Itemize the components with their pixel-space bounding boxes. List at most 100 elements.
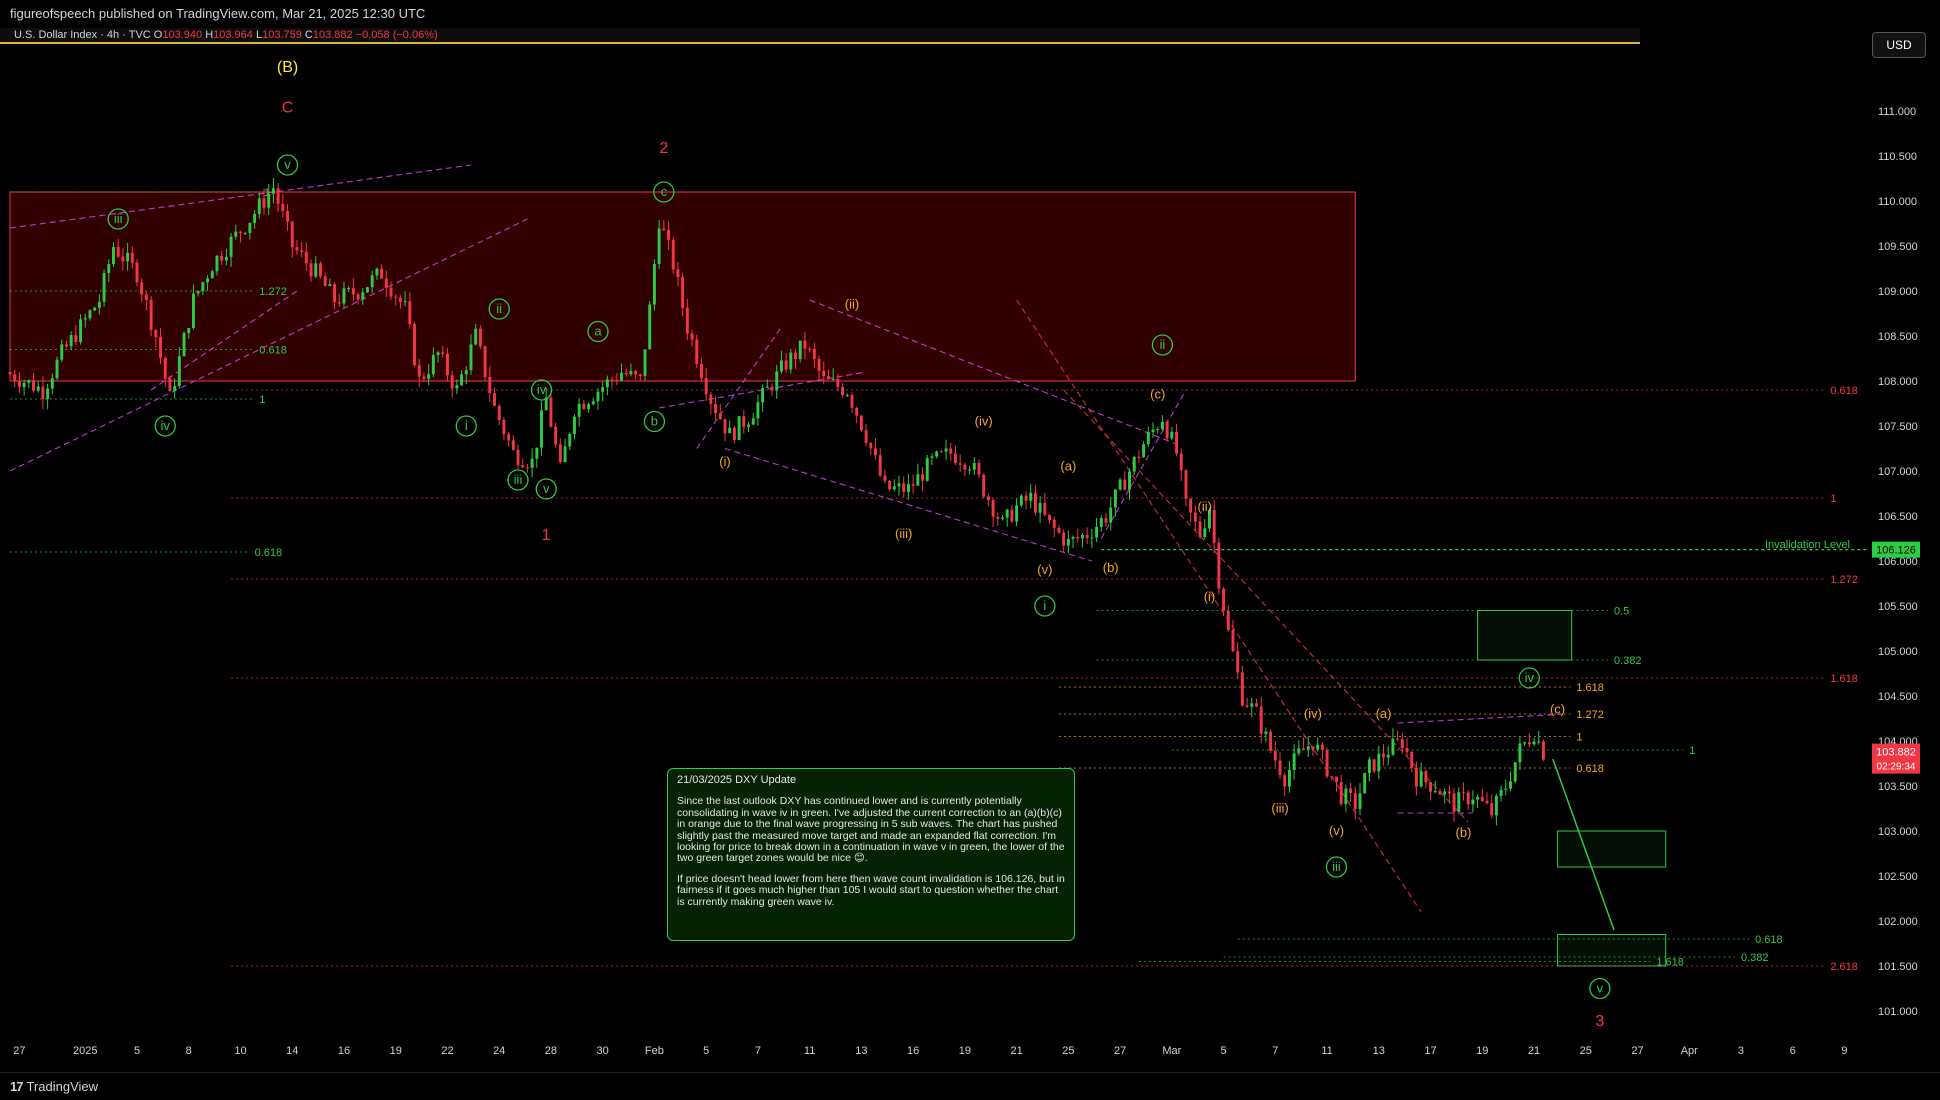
candle-body <box>398 297 402 302</box>
time-tick-label: 19 <box>1476 1045 1488 1057</box>
candle-body <box>1189 498 1193 513</box>
candle-body <box>798 340 802 359</box>
fib-label: 1 <box>1689 745 1695 757</box>
candle-body <box>643 349 647 376</box>
candle-body <box>290 221 294 248</box>
candle-body <box>1165 421 1169 439</box>
candle-body <box>55 359 59 379</box>
fib-label: 1 <box>264 187 270 199</box>
candle-body <box>723 419 727 434</box>
time-tick-label: 5 <box>703 1045 709 1057</box>
candle-body <box>869 443 873 449</box>
candle-body <box>1179 453 1183 471</box>
candle-body <box>1033 492 1037 513</box>
candle-body <box>982 474 986 497</box>
candle-body <box>859 415 863 431</box>
candle-body <box>1264 731 1268 734</box>
analysis-note: 21/03/2025 DXY Update Since the last out… <box>667 768 1075 941</box>
candle-body <box>888 480 892 490</box>
candle-body <box>831 378 835 380</box>
candle-body <box>1316 744 1320 750</box>
candle-body <box>1184 470 1188 499</box>
wave-label: (B) <box>277 59 298 76</box>
candle-body <box>1485 800 1489 804</box>
candle-body <box>1259 706 1263 734</box>
price-tick-label: 107.500 <box>1878 421 1918 433</box>
candle-body <box>1198 521 1202 537</box>
candle-body <box>1382 753 1385 758</box>
candle-body <box>850 395 854 408</box>
price-tick-label: 108.000 <box>1878 376 1918 388</box>
time-tick-label: 25 <box>1062 1045 1074 1057</box>
candle-body <box>126 252 130 262</box>
candle-body <box>1405 747 1409 753</box>
candle-body <box>1226 610 1230 630</box>
candle-body <box>1494 795 1498 816</box>
candle-body <box>1231 629 1235 652</box>
time-tick-label: 19 <box>959 1045 971 1057</box>
price-tick-label: 106.000 <box>1878 556 1918 568</box>
candle-body <box>413 324 416 366</box>
candle-body <box>1081 534 1084 539</box>
candle-body <box>1123 479 1127 490</box>
candle-body <box>972 463 976 470</box>
candle-body <box>1349 788 1353 793</box>
wave-label: (i) <box>719 454 731 469</box>
candle-body <box>864 430 868 444</box>
candle-body <box>1278 760 1282 776</box>
candle-body <box>464 370 468 375</box>
time-tick-label: 27 <box>1631 1045 1643 1057</box>
candle-body <box>704 378 708 395</box>
candle-body <box>784 360 788 370</box>
wave-label: (v) <box>1037 562 1052 577</box>
candle-body <box>921 474 924 481</box>
wave-label: iii <box>1332 859 1341 874</box>
currency-button[interactable]: USD <box>1872 32 1926 58</box>
wave-label: (iv) <box>975 414 993 429</box>
time-tick-label: 21 <box>1010 1045 1022 1057</box>
fib-label: 1.618 <box>1830 673 1858 685</box>
published-text: figureofspeech published on TradingView.… <box>10 6 426 21</box>
candle-body <box>1128 471 1131 490</box>
fib-label: 1 <box>1576 732 1582 744</box>
price-tick-label: 101.500 <box>1878 961 1918 973</box>
candle-body <box>286 211 289 222</box>
candle-body <box>1509 781 1512 789</box>
candle-body <box>827 376 830 380</box>
time-tick-label: 16 <box>338 1045 350 1057</box>
time-tick-label: 13 <box>855 1045 867 1057</box>
candle-body <box>121 256 125 262</box>
candle-body <box>422 376 426 379</box>
candle-body <box>874 448 877 456</box>
candle-body <box>187 328 191 334</box>
candle-body <box>977 463 981 475</box>
candle-body <box>116 246 120 257</box>
candle-body <box>60 344 64 360</box>
trend-channel-line <box>1063 389 1469 823</box>
candle-body <box>1137 456 1141 458</box>
time-tick-label: 28 <box>545 1045 557 1057</box>
candle-body <box>27 380 31 383</box>
candle-body <box>304 251 308 264</box>
symbol-legend[interactable]: U.S. Dollar Index · 4h · TVC O103.940 H1… <box>14 29 438 41</box>
candle-body <box>883 475 887 481</box>
time-tick-label: 6 <box>1790 1045 1796 1057</box>
candle-body <box>1001 517 1004 519</box>
candle-body <box>521 465 525 468</box>
candle-body <box>97 301 101 308</box>
candle-body <box>963 464 967 470</box>
price-tick-label: 105.000 <box>1878 646 1918 658</box>
candle-body <box>930 456 934 458</box>
candle-body <box>1212 509 1216 543</box>
candle-body <box>577 403 581 417</box>
candle-body <box>154 330 158 338</box>
tradingview-logo[interactable]: 17 TradingView <box>10 1079 98 1094</box>
candle-body <box>1396 738 1400 740</box>
candle-body <box>342 288 346 304</box>
candle-body <box>1095 526 1099 538</box>
candle-body <box>1113 489 1117 508</box>
candle-body <box>488 377 492 394</box>
low-value: 103.759 <box>262 29 302 41</box>
candle-body <box>191 293 195 329</box>
candle-body <box>1099 518 1103 527</box>
